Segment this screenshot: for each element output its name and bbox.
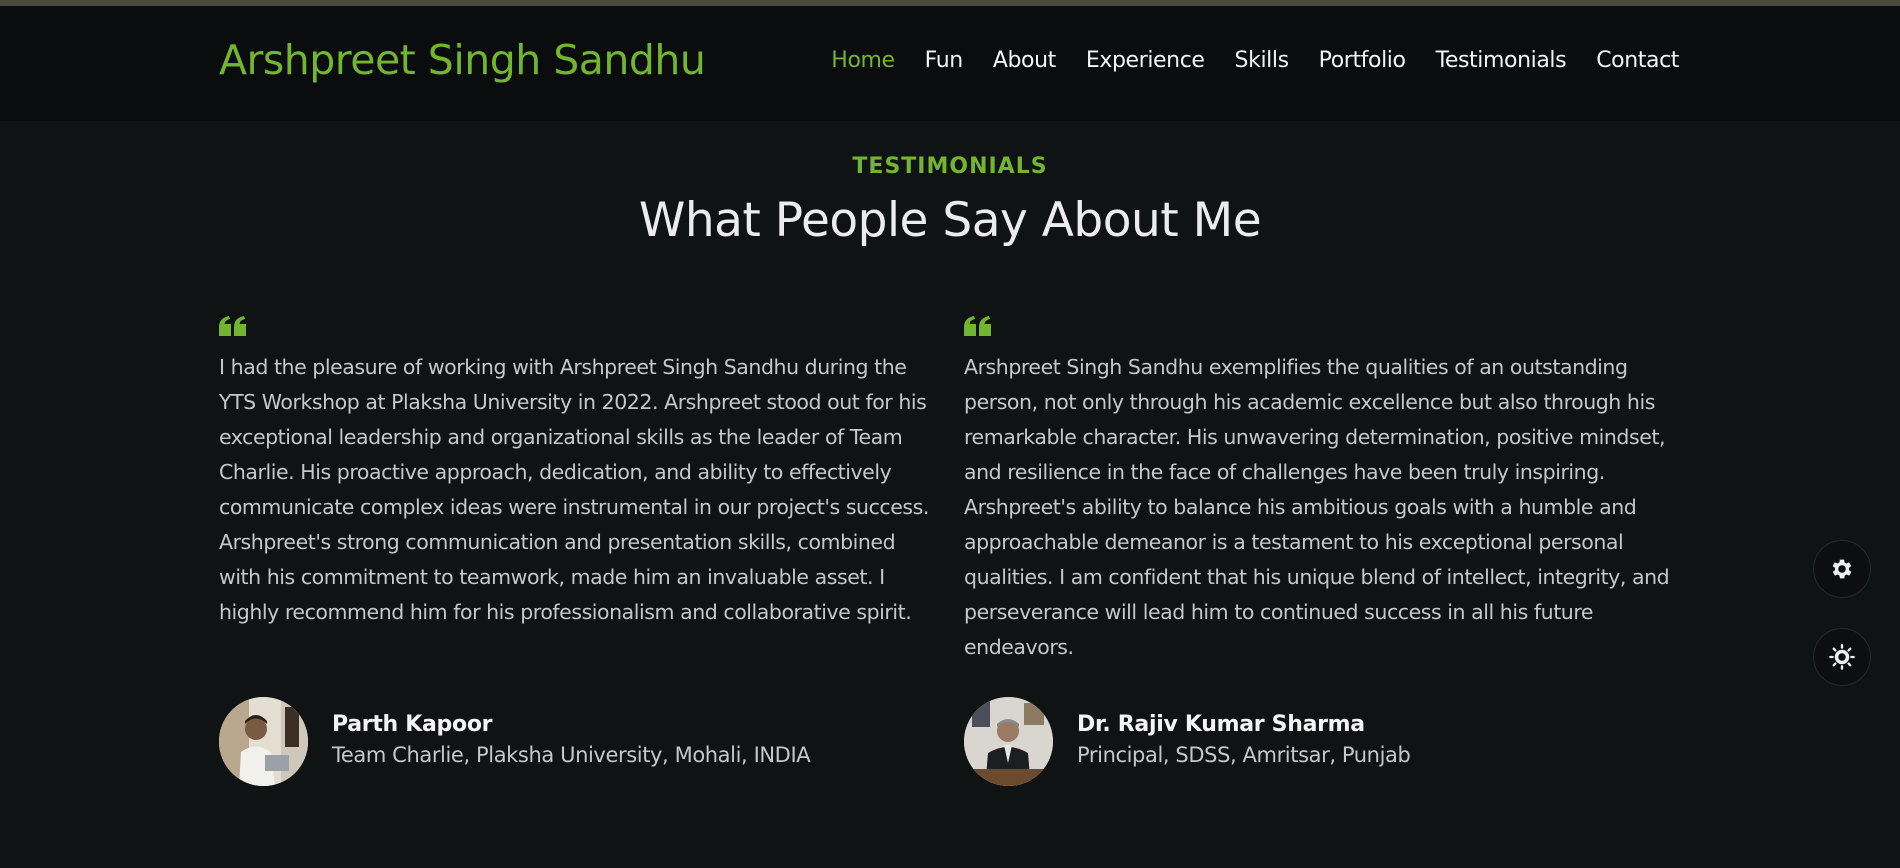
site-header: Arshpreet Singh Sandhu Home Fun About Ex… (0, 6, 1900, 121)
settings-button[interactable] (1813, 540, 1871, 598)
nav-testimonials[interactable]: Testimonials (1436, 48, 1567, 74)
theme-toggle-button[interactable] (1813, 628, 1871, 686)
quote-icon (219, 316, 246, 336)
testimonial-author: Parth Kapoor Team Charlie, Plaksha Unive… (219, 697, 811, 786)
main-nav: Home Fun About Experience Skills Portfol… (831, 48, 1679, 74)
nav-fun[interactable]: Fun (925, 48, 964, 74)
avatar (964, 697, 1053, 786)
testimonial-text: I had the pleasure of working with Arshp… (219, 355, 929, 624)
quote-icon (964, 316, 991, 336)
nav-home[interactable]: Home (831, 48, 895, 74)
nav-experience[interactable]: Experience (1086, 48, 1205, 74)
testimonial-card: I had the pleasure of working with Arshp… (219, 316, 934, 630)
section-title: What People Say About Me (638, 193, 1262, 248)
nav-portfolio[interactable]: Portfolio (1319, 48, 1406, 74)
nav-contact[interactable]: Contact (1596, 48, 1679, 74)
nav-about[interactable]: About (993, 48, 1056, 74)
nav-skills[interactable]: Skills (1235, 48, 1290, 74)
author-name: Dr. Rajiv Kumar Sharma (1077, 712, 1365, 738)
author-name: Parth Kapoor (332, 712, 493, 738)
author-role: Team Charlie, Plaksha University, Mohali… (332, 743, 811, 768)
site-logo[interactable]: Arshpreet Singh Sandhu (219, 36, 706, 85)
avatar (219, 697, 308, 786)
testimonial-card: Arshpreet Singh Sandhu exemplifies the q… (964, 316, 1679, 665)
testimonial-author: Dr. Rajiv Kumar Sharma Principal, SDSS, … (964, 697, 1411, 786)
section-label: TESTIMONIALS (852, 154, 1048, 179)
testimonial-text: Arshpreet Singh Sandhu exemplifies the q… (964, 355, 1670, 659)
author-role: Principal, SDSS, Amritsar, Punjab (1077, 743, 1411, 768)
sun-icon (1829, 644, 1855, 670)
gear-icon (1832, 559, 1852, 579)
